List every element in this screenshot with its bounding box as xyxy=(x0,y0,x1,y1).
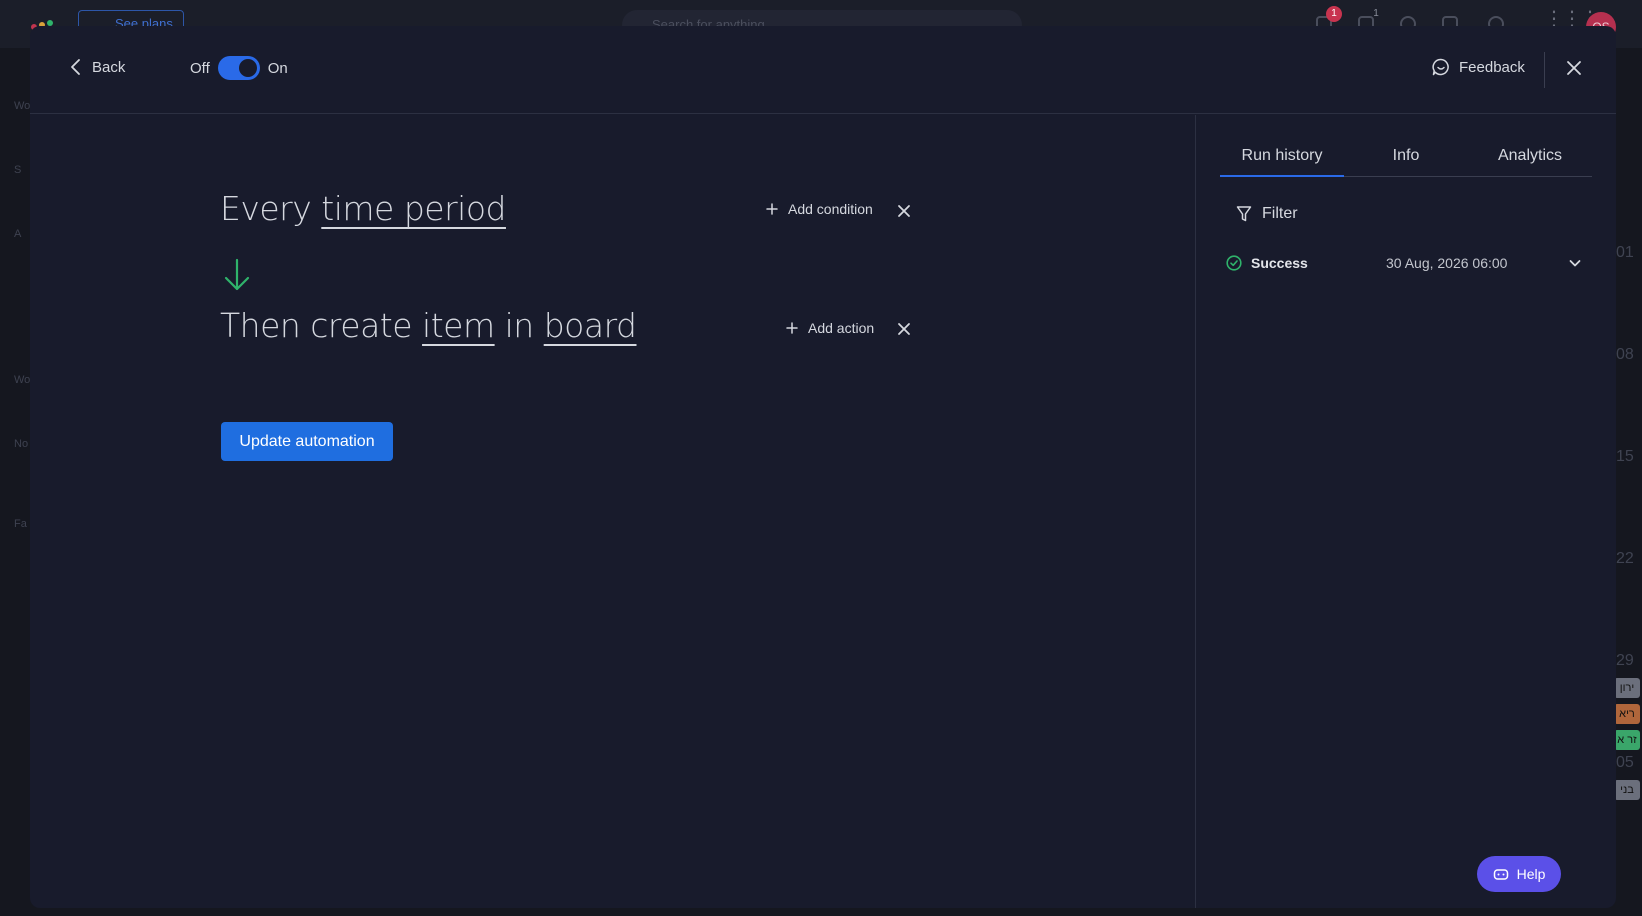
toggle-knob xyxy=(238,59,257,77)
add-condition-button[interactable]: Add condition xyxy=(766,201,873,217)
plus-icon xyxy=(766,203,778,215)
board-token[interactable]: board xyxy=(544,306,637,345)
feedback-label: Feedback xyxy=(1459,58,1525,76)
action-connector: in xyxy=(504,306,535,345)
filter-funnel-icon xyxy=(1236,206,1252,222)
sidebar-fragment: S xyxy=(14,164,22,176)
notification-badge: 1 xyxy=(1326,6,1342,22)
help-button[interactable]: Help xyxy=(1477,856,1561,892)
calendar-day-number: 15 xyxy=(1616,448,1634,465)
run-status-label: Success xyxy=(1251,255,1308,271)
run-timestamp: 30 Aug, 2026 06:00 xyxy=(1386,255,1508,271)
calendar-day-number: 29 xyxy=(1616,652,1634,669)
recipe-builder: Every time period Add condition Then cre… xyxy=(30,115,1195,908)
calendar-event-chip: בני xyxy=(1614,780,1640,800)
filter-button[interactable]: Filter xyxy=(1236,205,1298,223)
sidebar-fragment: No xyxy=(14,438,29,450)
header-divider xyxy=(1544,52,1545,88)
automation-editor-modal: Back Off On Feedback Every time period A… xyxy=(30,26,1616,908)
tab-analytics[interactable]: Analytics xyxy=(1468,139,1592,176)
action-sentence: Then create item in board xyxy=(220,306,637,345)
calendar-day-number: 08 xyxy=(1616,346,1634,363)
add-action-button[interactable]: Add action xyxy=(786,320,874,336)
calendar-day-number: 22 xyxy=(1616,550,1634,567)
plus-icon xyxy=(786,322,798,334)
feedback-bubble-icon xyxy=(1432,58,1449,76)
panel-tabs: Run history Info Analytics xyxy=(1220,139,1592,177)
back-button[interactable]: Back xyxy=(70,58,125,76)
filter-label: Filter xyxy=(1262,205,1298,222)
calendar-day-number: 05 xyxy=(1616,754,1634,771)
calendar-event-chip: ירון xyxy=(1614,678,1640,698)
calendar-day-number: 01 xyxy=(1616,244,1634,261)
automation-on-off-toggle[interactable] xyxy=(217,56,260,80)
back-label: Back xyxy=(92,58,126,76)
action-prefix: Then create xyxy=(220,306,413,345)
trigger-prefix: Every xyxy=(220,189,312,228)
add-condition-label: Add condition xyxy=(788,201,873,217)
add-action-label: Add action xyxy=(808,320,875,336)
item-token[interactable]: item xyxy=(422,306,495,345)
update-automation-button[interactable]: Update automation xyxy=(221,422,393,461)
calendar-event-chip: זר א xyxy=(1614,730,1640,750)
help-label: Help xyxy=(1516,866,1546,882)
close-icon[interactable] xyxy=(1562,56,1586,80)
time-period-token[interactable]: time period xyxy=(321,189,506,228)
trigger-sentence: Every time period xyxy=(220,189,506,228)
chevron-left-icon xyxy=(71,59,80,75)
tab-info[interactable]: Info xyxy=(1344,139,1468,176)
automation-toggle-group: Off On xyxy=(190,56,288,80)
chevron-down-icon[interactable] xyxy=(1568,256,1582,270)
remove-trigger-icon[interactable] xyxy=(896,203,912,219)
calendar-event-chip: ריא xyxy=(1614,704,1640,724)
arrow-down-icon xyxy=(224,258,250,291)
modal-header: Back Off On Feedback xyxy=(30,26,1616,114)
help-robot-icon xyxy=(1493,869,1508,880)
toggle-on-label: On xyxy=(267,59,288,77)
sidebar-fragment: Wo xyxy=(14,374,31,386)
run-history-row[interactable]: Success 30 Aug, 2026 06:00 xyxy=(1220,243,1592,283)
sidebar-fragment: Wo xyxy=(14,100,31,112)
run-status: Success xyxy=(1226,255,1386,271)
sidebar-fragment: A xyxy=(14,228,22,240)
inbox-badge: 1 xyxy=(1373,8,1379,19)
run-history-panel: Run history Info Analytics Filter Succes… xyxy=(1195,115,1616,908)
check-circle-icon xyxy=(1226,255,1242,271)
toggle-off-label: Off xyxy=(190,59,210,77)
remove-action-icon[interactable] xyxy=(896,321,912,337)
tab-run-history[interactable]: Run history xyxy=(1220,139,1344,177)
sidebar-fragment: Fa xyxy=(14,518,27,530)
feedback-button[interactable]: Feedback xyxy=(1432,58,1525,76)
